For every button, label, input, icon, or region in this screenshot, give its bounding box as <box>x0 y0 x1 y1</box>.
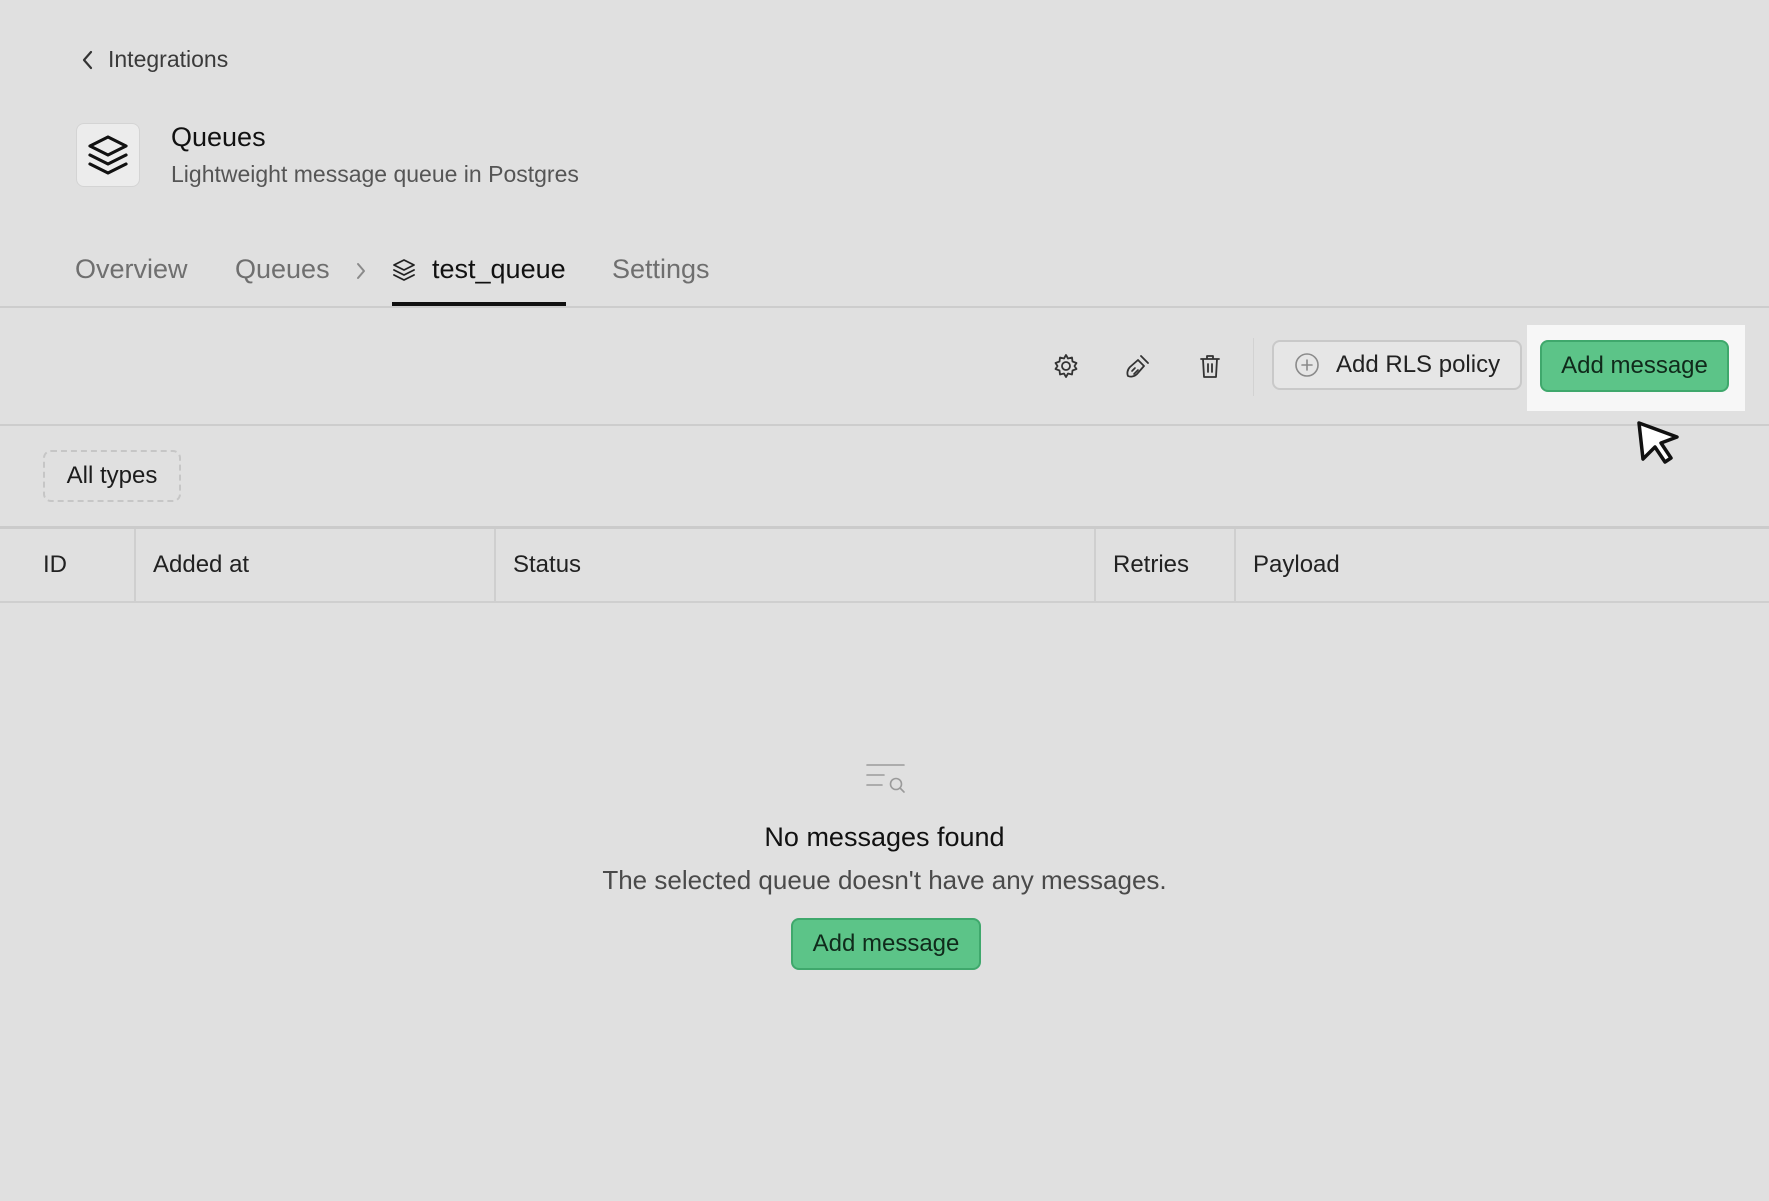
gear-icon <box>1054 354 1078 378</box>
tab-settings[interactable]: Settings <box>612 254 710 306</box>
app-icon <box>76 123 140 187</box>
trash-icon <box>1200 355 1220 378</box>
chevron-left-icon <box>82 50 93 69</box>
settings-button[interactable] <box>1048 348 1084 384</box>
page-subtitle: Lightweight message queue in Postgres <box>171 161 579 187</box>
list-search-icon <box>866 764 905 793</box>
plus-circle-icon <box>1295 353 1319 377</box>
tab-test-queue-label: test_queue <box>432 254 566 284</box>
table-header: ID Added at Status Retries Payload <box>0 529 1769 603</box>
tab-queues[interactable]: Queues <box>235 254 330 306</box>
column-header-payload[interactable]: Payload <box>1234 529 1769 601</box>
column-header-id[interactable]: ID <box>0 529 134 601</box>
add-rls-policy-button[interactable]: Add RLS policy <box>1272 340 1522 390</box>
tab-bar: Overview Queues test_queue Settings <box>0 240 1769 308</box>
filter-bar: All types <box>0 426 1769 529</box>
type-filter[interactable]: All types <box>43 450 181 502</box>
column-header-retries[interactable]: Retries <box>1094 529 1234 601</box>
back-link-label: Integrations <box>108 46 229 72</box>
empty-state-title: No messages found <box>764 822 1005 852</box>
add-rls-policy-label: Add RLS policy <box>1336 351 1501 378</box>
chevron-right-icon <box>357 263 365 279</box>
column-header-added-at[interactable]: Added at <box>134 529 494 601</box>
add-message-button[interactable]: Add message <box>1540 340 1729 392</box>
layers-icon <box>88 135 128 175</box>
empty-state-add-message-button[interactable]: Add message <box>791 918 981 970</box>
broom-icon <box>1126 355 1149 378</box>
toolbar-divider <box>1253 338 1254 396</box>
layers-icon <box>393 259 415 281</box>
toolbar: Add RLS policy Add message <box>0 308 1769 426</box>
empty-state-description: The selected queue doesn't have any mess… <box>602 865 1167 895</box>
page-title: Queues <box>171 122 266 152</box>
column-header-status[interactable]: Status <box>494 529 1094 601</box>
back-link-integrations[interactable]: Integrations <box>80 46 228 73</box>
tab-overview[interactable]: Overview <box>75 254 188 306</box>
purge-button[interactable] <box>1120 348 1156 384</box>
tab-test-queue[interactable]: test_queue <box>392 254 566 306</box>
delete-button[interactable] <box>1192 348 1228 384</box>
